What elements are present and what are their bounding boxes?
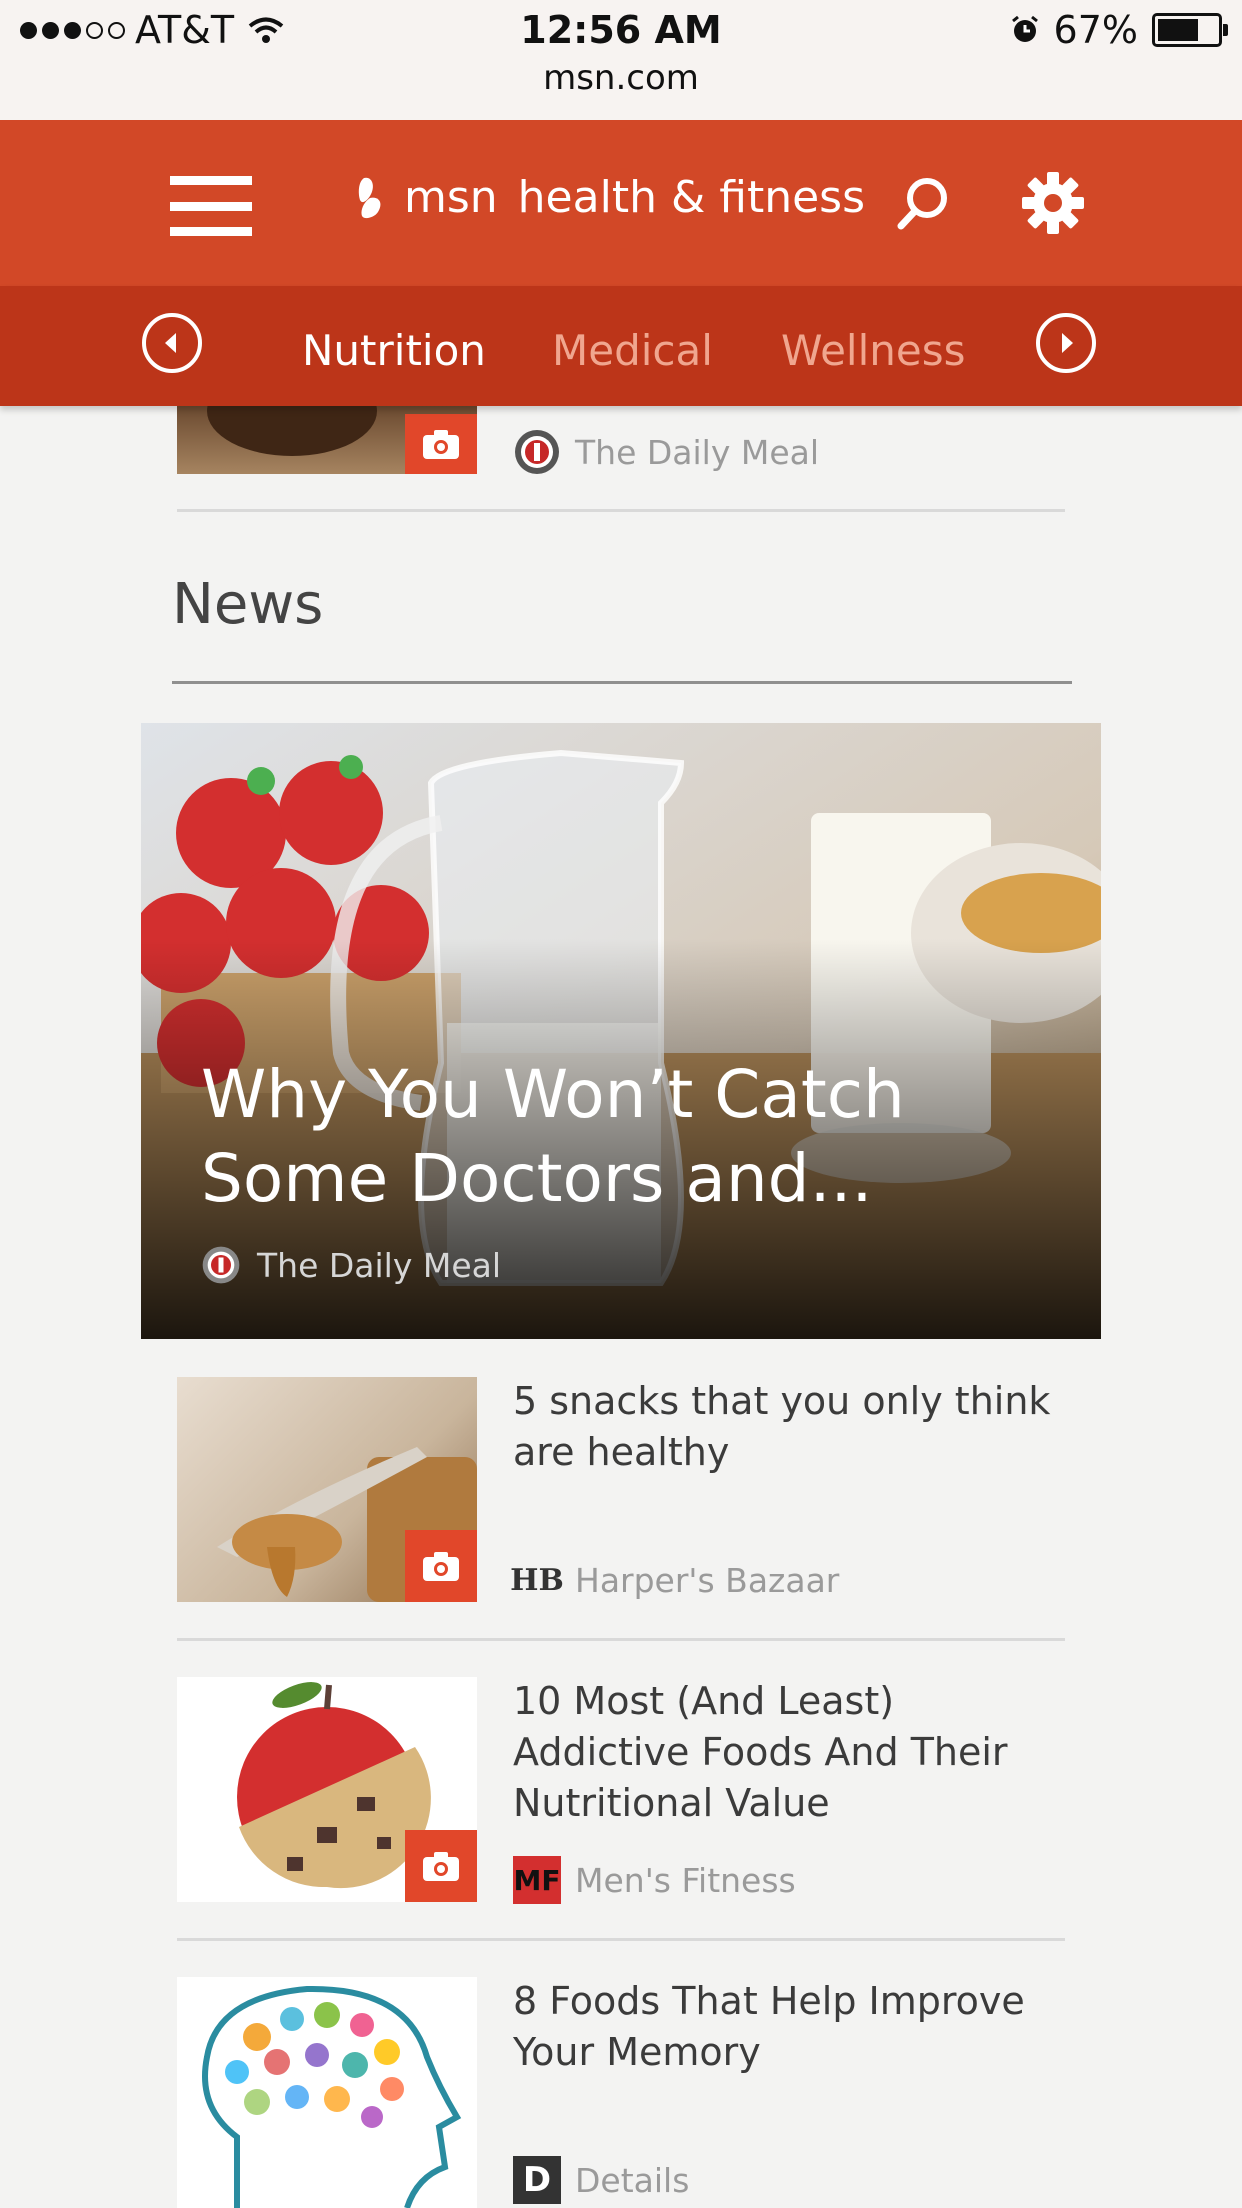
camera-icon	[405, 1830, 477, 1902]
battery-icon	[1152, 13, 1228, 47]
alarm-icon	[1011, 15, 1038, 42]
source-name: The Daily Meal	[257, 1245, 502, 1285]
brand-logo[interactable]: msn health & fitness	[350, 172, 865, 223]
source-name: Men's Fitness	[575, 1860, 796, 1900]
settings-gear-icon[interactable]	[1020, 170, 1086, 236]
harpers-bazaar-logo-icon: HB	[510, 1562, 564, 1598]
next-category-button[interactable]	[1036, 313, 1096, 373]
prev-category-button[interactable]	[142, 313, 202, 373]
article-thumbnail-memory[interactable]	[177, 1977, 477, 2208]
daily-meal-logo-icon	[513, 428, 561, 476]
divider	[177, 1638, 1065, 1641]
source-name: Harper's Bazaar	[575, 1560, 840, 1600]
article-source: MF Men's Fitness	[513, 1856, 796, 1904]
section-rule	[172, 681, 1072, 684]
tab-wellness[interactable]: Wellness	[781, 326, 965, 375]
article-thumbnail-addictive-foods[interactable]	[177, 1677, 477, 1902]
status-right: 67%	[1010, 8, 1228, 52]
battery-percent: 67%	[1053, 8, 1138, 52]
camera-icon	[405, 1530, 477, 1602]
daily-meal-logo-icon	[202, 1246, 240, 1284]
brand-name: msn	[404, 172, 498, 223]
tab-medical[interactable]: Medical	[552, 326, 713, 375]
partial-article-thumbnail[interactable]	[177, 406, 477, 474]
details-logo-icon: D	[513, 2156, 561, 2204]
status-bar: AT&T 12:56 AM msn.com 67%	[0, 0, 1242, 120]
partial-article-source: The Daily Meal	[513, 428, 819, 476]
article-title[interactable]: 8 Foods That Help Improve Your Memory	[513, 1976, 1073, 2078]
section-title-news: News	[172, 572, 324, 637]
hero-article[interactable]: Why You Won’t Catch Some Doctors and... …	[141, 723, 1101, 1339]
msn-butterfly-icon	[358, 177, 381, 218]
camera-icon	[405, 414, 477, 474]
divider	[177, 509, 1065, 512]
article-source: D Details	[513, 2156, 689, 2204]
category-nav: Nutrition Medical Wellness	[0, 286, 1242, 406]
source-name: The Daily Meal	[575, 432, 820, 472]
chevron-right-icon	[1062, 333, 1073, 353]
app-header: msn health & fitness	[0, 120, 1242, 286]
tab-nutrition[interactable]: Nutrition	[302, 326, 486, 375]
section-name: health & fitness	[517, 172, 866, 223]
article-title[interactable]: 5 snacks that you only think are healthy	[513, 1376, 1073, 1478]
search-icon[interactable]	[893, 174, 953, 234]
article-source: HB Harper's Bazaar	[510, 1556, 840, 1604]
address-bar-url[interactable]: msn.com	[0, 58, 1242, 98]
divider	[177, 1938, 1065, 1941]
source-name: Details	[575, 2160, 690, 2200]
article-thumbnail-snacks[interactable]	[177, 1377, 477, 1602]
article-title[interactable]: 10 Most (And Least) Addictive Foods And …	[513, 1676, 1073, 1829]
hero-source: The Daily Meal	[201, 1245, 501, 1285]
menu-icon[interactable]	[170, 176, 252, 236]
hero-title: Why You Won’t Catch Some Doctors and...	[201, 1056, 905, 1217]
mens-fitness-logo-icon: MF	[513, 1856, 561, 1904]
chevron-left-icon	[165, 333, 176, 353]
brain-icons-image	[202, 1985, 462, 2208]
